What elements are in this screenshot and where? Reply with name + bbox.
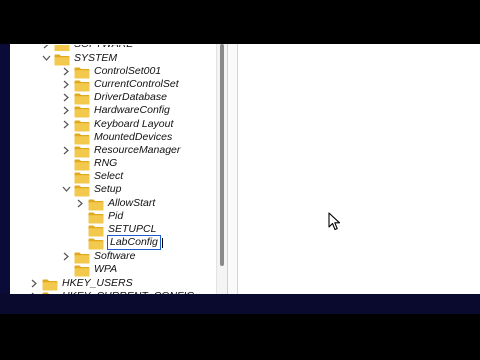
tree-item[interactable]: Keyboard Layout: [62, 118, 173, 131]
tree-item[interactable]: ControlSet001: [62, 65, 161, 78]
folder-icon: [74, 105, 90, 117]
tree-item[interactable]: DriverDatabase: [62, 91, 167, 104]
folder-icon: [88, 224, 104, 236]
tree-item[interactable]: AllowStart: [76, 197, 155, 210]
tree-item-label: Pid: [108, 210, 124, 222]
folder-icon: [88, 198, 104, 210]
folder-icon: [74, 171, 90, 183]
folder-icon: [74, 145, 90, 157]
chevron-right-icon[interactable]: [30, 277, 40, 290]
tree-item[interactable]: Select: [62, 170, 123, 183]
tree-item-label: SOFTWARE: [74, 44, 134, 50]
values-pane[interactable]: [238, 44, 480, 294]
folder-icon: [74, 66, 90, 78]
tree-item-label: WPA: [94, 263, 118, 275]
chevron-right-icon[interactable]: [62, 91, 72, 104]
folder-icon: [42, 278, 58, 290]
folder-icon: [88, 237, 104, 249]
tree-item[interactable]: Setup: [62, 183, 121, 196]
tree-scrollbar[interactable]: [216, 44, 228, 294]
left-edge: [0, 44, 10, 294]
chevron-right-icon[interactable]: [62, 250, 72, 263]
pane-divider[interactable]: [228, 44, 238, 294]
tree-item-label: Setup: [94, 183, 122, 195]
folder-icon: [74, 264, 90, 276]
tree-item[interactable]: HKEY_USERS: [30, 277, 133, 290]
mouse-pointer-icon: [328, 212, 344, 237]
chevron-right-icon[interactable]: [62, 104, 72, 117]
top-letterbox: [0, 0, 480, 44]
tree-item[interactable]: Software: [62, 250, 135, 263]
tree-item-label: Select: [94, 170, 124, 182]
tree-item[interactable]: LabConfig: [76, 235, 163, 250]
rename-input[interactable]: LabConfig: [107, 235, 161, 250]
tree-item[interactable]: SYSTEM: [42, 52, 117, 65]
tree-item[interactable]: CurrentControlSet: [62, 78, 179, 91]
tree-item-label: MountedDevices: [94, 131, 173, 143]
tree-item-label: HKEY_USERS: [62, 277, 133, 289]
folder-icon: [74, 79, 90, 91]
folder-icon: [74, 251, 90, 263]
screen: SOFTWARE SYSTEM ControlSet001 CurrentContro…: [0, 0, 480, 360]
tree-item-label: Software: [94, 250, 136, 262]
bottom-letterbox: [0, 314, 480, 360]
tree-item[interactable]: ResourceManager: [62, 144, 180, 157]
no-expander: [62, 263, 72, 276]
scrollbar-thumb[interactable]: [220, 44, 224, 266]
tree-item[interactable]: Pid: [76, 210, 123, 223]
no-expander: [76, 210, 86, 223]
tree-item-label: DriverDatabase: [94, 91, 167, 103]
chevron-right-icon[interactable]: [62, 65, 72, 78]
registry-tree[interactable]: SOFTWARE SYSTEM ControlSet001 CurrentContro…: [10, 44, 216, 294]
chevron-down-icon[interactable]: [62, 183, 72, 196]
tree-item-label: RNG: [94, 157, 118, 169]
tree-item-label: AllowStart: [108, 197, 156, 209]
text-caret: [161, 237, 163, 248]
tree-item-label: HardwareConfig: [94, 104, 170, 116]
folder-icon: [74, 132, 90, 144]
folder-icon: [54, 53, 70, 65]
tree-item[interactable]: SOFTWARE: [42, 44, 134, 51]
chevron-right-icon[interactable]: [76, 197, 86, 210]
tree-item-label: Keyboard Layout: [94, 118, 174, 130]
tree-item[interactable]: RNG: [62, 157, 117, 170]
tree-item[interactable]: WPA: [62, 263, 117, 276]
taskbar-strip: [0, 294, 480, 314]
no-expander: [76, 236, 86, 249]
chevron-right-icon[interactable]: [62, 78, 72, 91]
folder-icon: [74, 119, 90, 131]
folder-icon: [74, 92, 90, 104]
tree-item[interactable]: MountedDevices: [62, 131, 172, 144]
tree-item-label: CurrentControlSet: [94, 78, 179, 90]
no-expander: [62, 170, 72, 183]
no-expander: [62, 157, 72, 170]
chevron-down-icon[interactable]: [42, 52, 52, 65]
chevron-right-icon[interactable]: [42, 45, 52, 51]
folder-icon: [54, 45, 70, 51]
no-expander: [62, 131, 72, 144]
tree-item-label: SYSTEM: [74, 52, 118, 64]
tree-item[interactable]: HardwareConfig: [62, 104, 170, 117]
folder-icon: [74, 184, 90, 196]
folder-icon: [74, 158, 90, 170]
tree-item-label: ControlSet001: [94, 65, 162, 77]
registry-editor-window: SOFTWARE SYSTEM ControlSet001 CurrentContro…: [10, 44, 480, 294]
chevron-right-icon[interactable]: [62, 118, 72, 131]
tree-item-label: ResourceManager: [94, 144, 181, 156]
chevron-right-icon[interactable]: [62, 144, 72, 157]
no-expander: [76, 223, 86, 236]
folder-icon: [88, 211, 104, 223]
